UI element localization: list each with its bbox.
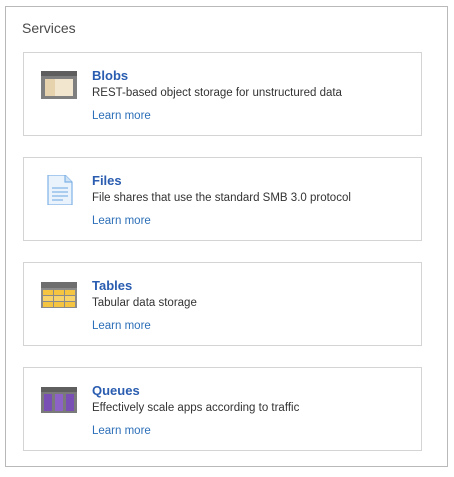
service-description: Tabular data storage [92,297,197,309]
service-description: File shares that use the standard SMB 3.… [92,192,351,204]
learn-more-link[interactable]: Learn more [92,215,151,227]
service-description: REST-based object storage for unstructur… [92,87,342,99]
learn-more-link[interactable]: Learn more [92,320,151,332]
service-title: Tables [92,278,133,293]
service-card-blobs[interactable]: Blobs REST-based object storage for unst… [23,52,422,136]
service-title: Files [92,173,122,188]
panel-title: Services [22,20,76,36]
service-description: Effectively scale apps according to traf… [92,402,300,414]
services-panel: Services Blobs REST-based object storage… [5,6,448,467]
file-share-icon [47,175,73,205]
service-card-queues[interactable]: Queues Effectively scale apps according … [23,367,422,451]
queue-storage-icon [41,387,77,413]
learn-more-link[interactable]: Learn more [92,425,151,437]
table-storage-icon [41,282,77,308]
service-card-tables[interactable]: Tables Tabular data storage Learn more [23,262,422,346]
service-title: Queues [92,383,140,398]
service-card-files[interactable]: Files File shares that use the standard … [23,157,422,241]
blob-storage-icon [41,71,77,99]
service-title: Blobs [92,68,129,83]
learn-more-link[interactable]: Learn more [92,110,151,122]
